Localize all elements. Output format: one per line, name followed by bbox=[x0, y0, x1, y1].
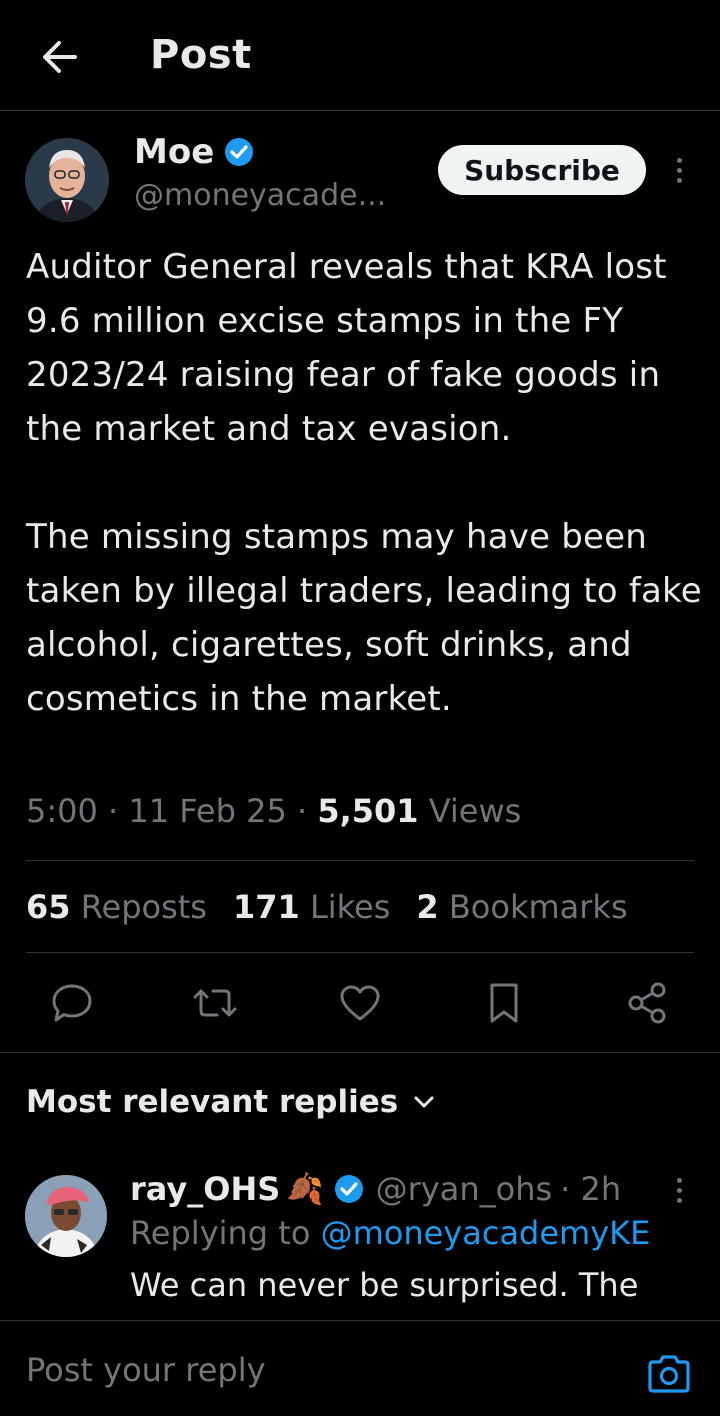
repost-button[interactable] bbox=[190, 978, 240, 1028]
reply-avatar-image bbox=[25, 1175, 107, 1257]
like-icon bbox=[340, 985, 380, 1021]
replies-sort-toggle[interactable]: Most relevant replies bbox=[26, 1084, 436, 1120]
share-button[interactable] bbox=[622, 978, 672, 1028]
reply-time: · 2h bbox=[560, 1170, 622, 1208]
reply-avatar[interactable] bbox=[25, 1175, 107, 1257]
author-avatar[interactable] bbox=[25, 138, 109, 222]
more-options-icon[interactable] bbox=[669, 150, 689, 190]
reply-input[interactable] bbox=[26, 1351, 606, 1389]
page-title: Post bbox=[150, 32, 252, 78]
views-label: Views bbox=[428, 792, 522, 830]
reply-composer bbox=[0, 1320, 720, 1416]
views-count: 5,501 bbox=[317, 792, 419, 830]
meta-divider bbox=[26, 860, 694, 861]
reply-handle: @ryan_ohs bbox=[375, 1170, 553, 1208]
back-button[interactable] bbox=[30, 28, 88, 86]
share-icon bbox=[628, 982, 666, 1024]
repost-icon bbox=[193, 989, 237, 1017]
reply-more-options-icon[interactable] bbox=[669, 1170, 689, 1210]
actions-divider bbox=[0, 1052, 720, 1053]
post-time: 5:00 bbox=[26, 792, 98, 830]
bookmark-button[interactable] bbox=[479, 978, 529, 1028]
author-handle: @moneyacade... bbox=[134, 178, 387, 213]
replying-to-link[interactable]: @moneyacademyKE bbox=[321, 1214, 651, 1252]
avatar-image bbox=[25, 138, 109, 222]
author-name-row[interactable]: Moe bbox=[134, 132, 254, 172]
header-divider bbox=[0, 110, 720, 111]
camera-button[interactable] bbox=[646, 1353, 692, 1395]
replying-to: Replying to @moneyacademyKE bbox=[130, 1214, 651, 1252]
likes-stat[interactable]: 171 Likes bbox=[233, 888, 390, 926]
verified-badge-icon bbox=[225, 138, 254, 166]
reply-button[interactable] bbox=[47, 978, 97, 1028]
reply-text: We can never be surprised. The bbox=[130, 1266, 639, 1304]
leaf-emoji: 🍂 bbox=[286, 1171, 324, 1207]
post-stats: 65 Reposts 171 Likes 2 Bookmarks bbox=[26, 888, 628, 926]
chevron-down-icon bbox=[414, 1096, 434, 1108]
reply-header: ray_OHS 🍂 @ryan_ohs · 2h bbox=[130, 1170, 621, 1208]
camera-icon bbox=[648, 1355, 690, 1393]
reply-author-name[interactable]: ray_OHS bbox=[130, 1170, 280, 1208]
verified-badge-icon bbox=[334, 1175, 363, 1203]
reposts-stat[interactable]: 65 Reposts bbox=[26, 888, 207, 926]
post-date: 11 Feb 25 bbox=[128, 792, 287, 830]
stats-divider bbox=[26, 952, 694, 953]
post-text: Auditor General reveals that KRA lost 9.… bbox=[26, 247, 702, 719]
bookmark-icon bbox=[490, 983, 518, 1023]
replies-sort-label: Most relevant replies bbox=[26, 1084, 399, 1120]
arrow-left-icon bbox=[43, 41, 77, 73]
reply-icon bbox=[52, 984, 92, 1022]
bookmarks-stat[interactable]: 2 Bookmarks bbox=[416, 888, 627, 926]
author-name: Moe bbox=[134, 132, 215, 172]
like-button[interactable] bbox=[335, 978, 385, 1028]
subscribe-button[interactable]: Subscribe bbox=[438, 145, 646, 195]
post-meta: 5:00 · 11 Feb 25 · 5,501 Views bbox=[26, 792, 522, 830]
